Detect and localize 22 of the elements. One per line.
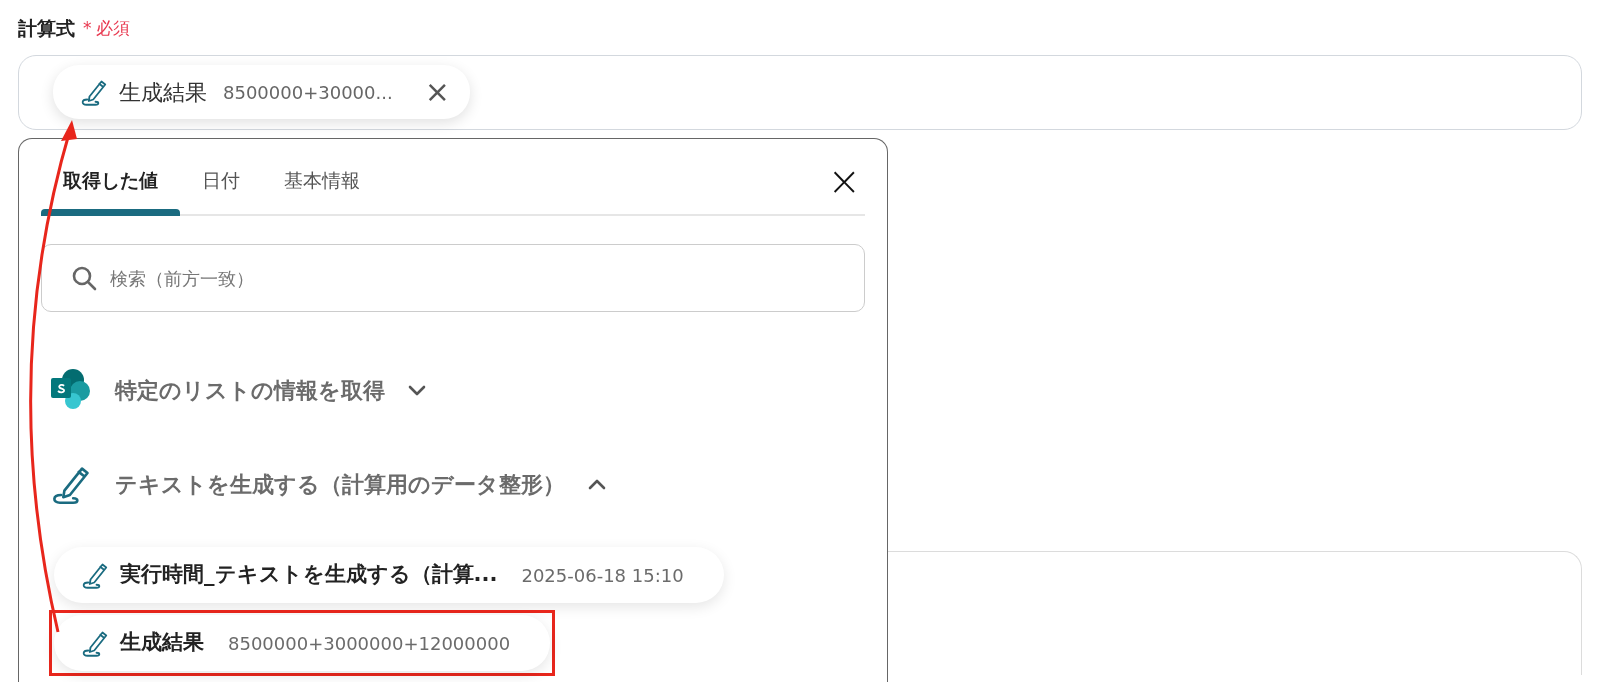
item-value: 8500000+3000000+12000000 [228,631,511,656]
value-item[interactable]: 生成結果 8500000+3000000+12000000 [54,615,551,671]
item-value: 2025-06-18 15:10 [521,563,684,588]
formula-field[interactable]: 生成結果 8500000+30000... × [18,54,1582,130]
tab[interactable]: 基本情報 [262,165,382,214]
item-name: 実行時間_テキストを生成する（計算... [120,561,498,589]
required-label: 必須 [95,16,130,40]
field-label: 計算式 [18,16,75,41]
close-button[interactable]: × [823,161,865,201]
tab[interactable]: 取得した値 [41,165,180,214]
tab[interactable]: 日付 [180,165,262,214]
item-name: 生成結果 [120,629,204,657]
chip-value: 8500000+30000... [223,80,393,105]
value-chip[interactable]: 生成結果 8500000+30000... × [53,65,470,119]
asterisk-mark: * [83,16,92,40]
search-field[interactable]: 検索（前方一致） [41,244,865,312]
sharepoint-icon [49,368,93,412]
value-item[interactable]: 実行時間_テキストを生成する（計算... 2025-06-18 15:10 [54,547,724,603]
group-title[interactable]: 特定のリストの情報を取得 [115,373,385,407]
group-title[interactable]: テキストを生成する（計算用のデータ整形） [115,467,565,501]
remove-button[interactable]: × [420,77,454,107]
chip-name: 生成結果 [119,78,207,107]
